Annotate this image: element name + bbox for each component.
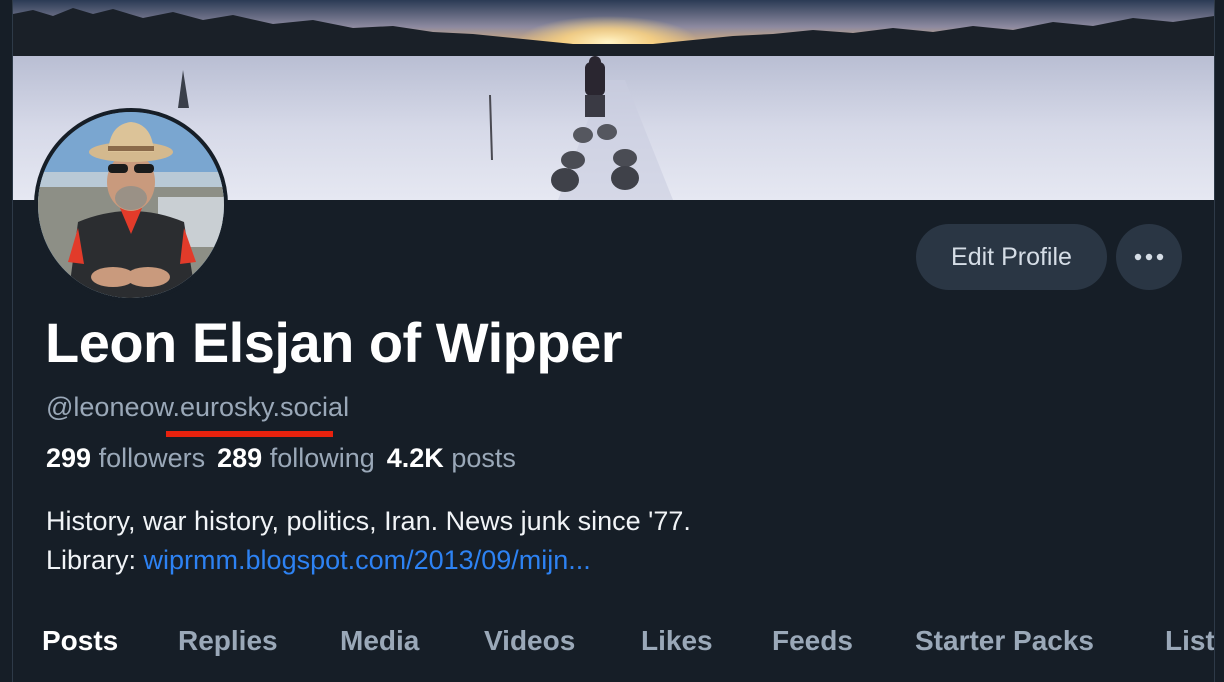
more-options-button[interactable] (1116, 224, 1182, 290)
bio-library-label: Library: (46, 545, 144, 575)
profile-tabs: Posts Replies Media Videos Likes Feeds S… (13, 612, 1214, 674)
tab-videos[interactable]: Videos (484, 625, 575, 657)
bio-link[interactable]: wiprmm.blogspot.com/2013/09/mijn... (144, 545, 591, 575)
bio-line-1: History, war history, politics, Iran. Ne… (46, 506, 691, 536)
followers-link[interactable]: 299 followers (46, 443, 205, 473)
following-label: following (269, 443, 375, 473)
profile-page: Edit Profile Leon Elsjan of Wipper @leon… (12, 0, 1215, 682)
posts-stat: 4.2K posts (387, 443, 516, 473)
ellipsis-icon (1134, 248, 1164, 266)
handle-highlight-underline (166, 431, 333, 437)
posts-label: posts (451, 443, 516, 473)
posts-count: 4.2K (386, 443, 444, 473)
edit-profile-button[interactable]: Edit Profile (916, 224, 1107, 290)
followers-count: 299 (46, 443, 92, 473)
tab-starter-packs[interactable]: Starter Packs (915, 625, 1094, 657)
display-name: Leon Elsjan of Wipper (45, 311, 623, 374)
following-link[interactable]: 289 following (217, 443, 375, 473)
tab-media[interactable]: Media (340, 625, 419, 657)
tab-likes[interactable]: Likes (641, 625, 713, 657)
profile-bio: History, war history, politics, Iran. Ne… (46, 502, 691, 580)
edit-profile-label: Edit Profile (951, 242, 1072, 271)
profile-stats: 299 followers 289 following 4.2K posts (46, 443, 516, 474)
bio-line-2: Library: wiprmm.blogspot.com/2013/09/mij… (46, 541, 691, 580)
profile-avatar[interactable] (34, 108, 228, 302)
tab-posts[interactable]: Posts (42, 625, 118, 657)
profile-handle: @leoneow.eurosky.social (46, 392, 350, 422)
tab-lists[interactable]: Lists (1165, 625, 1214, 657)
tab-feeds[interactable]: Feeds (772, 625, 853, 657)
followers-label: followers (98, 443, 206, 473)
tab-replies[interactable]: Replies (178, 625, 278, 657)
following-count: 289 (217, 443, 263, 473)
